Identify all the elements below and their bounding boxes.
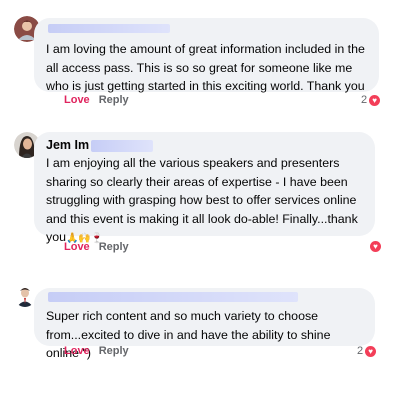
reaction-count: 2 [357, 345, 364, 357]
reaction-summary[interactable]: 2 ♥ [357, 345, 377, 357]
reaction-summary[interactable]: 2 ♥ [361, 94, 381, 106]
love-button[interactable]: Love [64, 94, 90, 106]
commenter-name[interactable]: Jem Im [46, 138, 363, 153]
redacted-name [48, 23, 170, 33]
commenter-avatar[interactable] [14, 285, 36, 307]
comment-actions: Love Reply [64, 345, 129, 357]
comment-actions: Love Reply [64, 94, 129, 106]
heart-icon: ♥ [365, 345, 377, 357]
love-button[interactable]: Love [64, 345, 90, 357]
comment-actions: Love Reply [64, 241, 129, 253]
redacted-name [91, 139, 154, 152]
reply-button[interactable]: Reply [99, 241, 129, 253]
comment-text: I am loving the amount of great informat… [46, 42, 365, 94]
redacted-name [48, 292, 298, 302]
reply-button[interactable]: Reply [99, 94, 129, 106]
comment-2: Jem Im I am enjoying all the various spe… [0, 120, 400, 260]
reaction-summary[interactable]: ♥ [368, 241, 381, 252]
reply-button[interactable]: Reply [99, 345, 129, 357]
comment-bubble: Jem Im I am enjoying all the various spe… [34, 132, 375, 244]
commenter-name[interactable] [46, 22, 367, 34]
comment-bubble: I am loving the amount of great informat… [34, 18, 379, 93]
comment-text: I am enjoying all the various speakers a… [46, 156, 358, 245]
heart-icon: ♥ [370, 241, 381, 252]
reaction-count: 2 [361, 94, 368, 106]
love-button[interactable]: Love [64, 241, 90, 253]
comment-1: I am loving the amount of great informat… [0, 0, 400, 118]
heart-icon: ♥ [369, 94, 381, 106]
comment-3: Super rich content and so much variety t… [0, 276, 400, 386]
comment-bubble: Super rich content and so much variety t… [34, 288, 375, 360]
commenter-name[interactable] [46, 291, 363, 303]
